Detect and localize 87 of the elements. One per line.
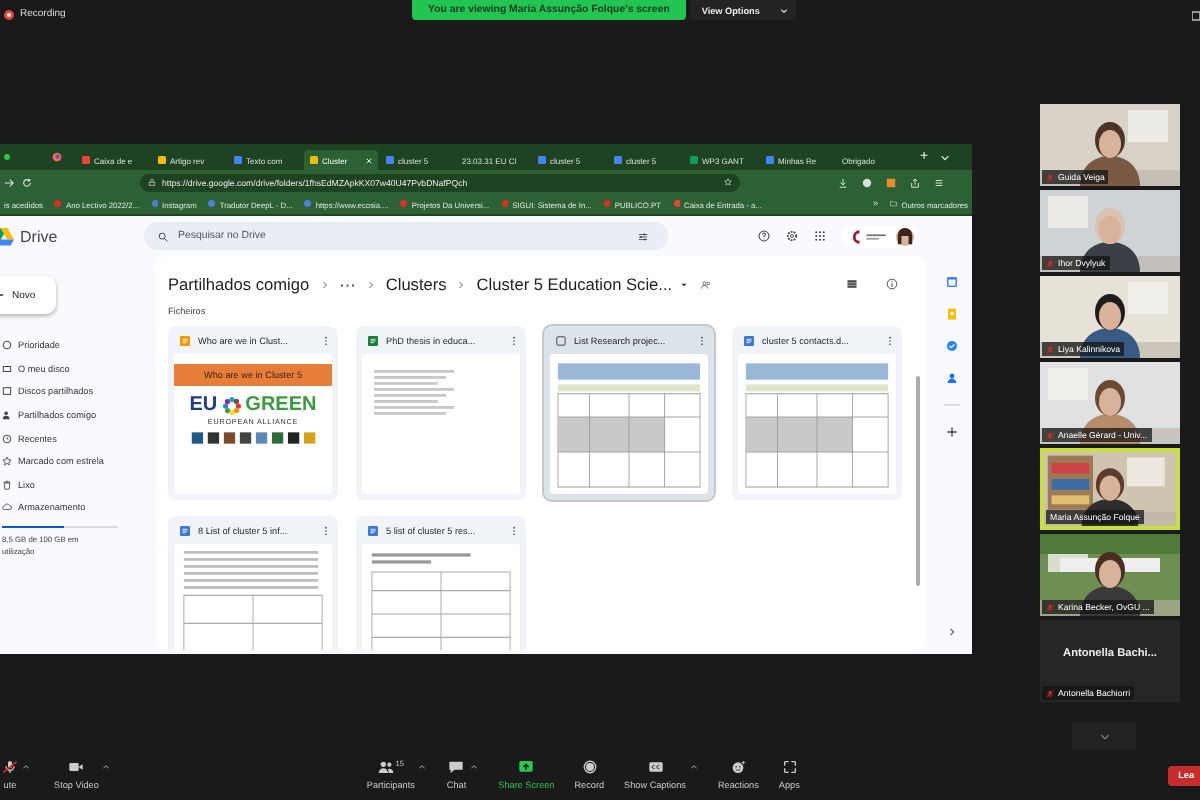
chevron-down-icon (1099, 733, 1109, 739)
partner-logos-drawing (187, 430, 319, 446)
breadcrumb-item[interactable]: Clusters (385, 274, 447, 294)
bookmark-favicon-icon (208, 200, 216, 208)
logo-text: EU (189, 394, 218, 416)
bookmark-favicon-icon (501, 200, 509, 208)
download-icon[interactable] (838, 177, 848, 187)
tab-list-icon[interactable] (940, 153, 951, 161)
apps-grid-icon[interactable] (814, 230, 826, 242)
help-icon[interactable] (758, 230, 770, 242)
tab-favicon-icon (386, 156, 394, 164)
document-icon (368, 525, 378, 535)
tasks-icon[interactable] (946, 340, 958, 352)
add-icon[interactable] (946, 426, 958, 438)
record-icon (581, 760, 598, 774)
tab-favicon-icon (82, 156, 90, 164)
clock-icon (2, 433, 12, 444)
menu-icon[interactable] (934, 177, 944, 187)
close-tab-icon[interactable] (366, 157, 372, 163)
breadcrumb-item[interactable]: Cluster 5 Education Scie... (476, 274, 673, 294)
chevron-right-icon (367, 279, 374, 289)
contacts-icon[interactable] (946, 372, 958, 384)
extension-icon[interactable] (862, 177, 872, 187)
university-logo-icon (850, 229, 890, 243)
avatar (896, 227, 914, 245)
account-switcher[interactable] (842, 225, 918, 247)
breadcrumb-item[interactable]: Partilhados comigo (168, 274, 310, 294)
document-icon (744, 335, 754, 345)
tab-favicon-icon (614, 156, 622, 164)
tab-favicon-icon (538, 156, 546, 164)
search-icon (158, 231, 168, 241)
logo-text: GREEN (245, 394, 317, 416)
drive-logo-text: Drive (20, 227, 58, 245)
tab-favicon-icon (766, 156, 774, 164)
caret-icon[interactable] (779, 7, 788, 13)
checkbox[interactable] (556, 335, 566, 345)
list-view-icon[interactable] (846, 278, 858, 290)
bookmark-favicon-icon (304, 200, 312, 208)
cloud-icon (2, 502, 12, 513)
collapse-icon[interactable] (946, 626, 958, 638)
chevron-right-icon (458, 279, 465, 289)
bookmark-favicon-icon (400, 200, 408, 208)
document-icon (180, 525, 190, 535)
spreadsheet-icon (368, 335, 378, 345)
trash-icon (2, 479, 12, 490)
layout-icon[interactable] (1192, 10, 1200, 22)
flower-logo-icon (221, 395, 242, 415)
breadcrumb-item[interactable]: ··· (339, 274, 356, 294)
share-page-icon[interactable] (910, 177, 920, 187)
tab-favicon-icon (158, 156, 166, 164)
person-icon (2, 410, 12, 421)
tab-favicon-icon (310, 156, 318, 164)
people-icon (377, 760, 394, 774)
bookmark-favicon-icon (151, 200, 159, 208)
recording-icon (4, 9, 14, 19)
people-icon[interactable] (700, 279, 713, 289)
shared-icon (2, 386, 12, 397)
slides-icon (180, 335, 190, 345)
chat-icon (448, 760, 465, 774)
lock-icon[interactable] (148, 178, 156, 186)
drive-logo-icon (0, 227, 14, 245)
folder-icon (890, 200, 898, 208)
forward-icon[interactable] (4, 177, 14, 187)
tab-favicon-icon (234, 156, 242, 164)
share-icon (518, 760, 535, 774)
cc-icon (647, 760, 663, 774)
bookmark-favicon-icon (673, 200, 681, 208)
star-icon (2, 456, 12, 467)
calendar-icon[interactable] (946, 276, 958, 288)
browser-logo-icon[interactable] (52, 152, 62, 162)
filter-icon[interactable] (638, 231, 648, 241)
smile-icon (730, 760, 747, 774)
mic-icon (2, 760, 18, 774)
document-thumbnail-drawing (374, 370, 454, 416)
bookmark-favicon-icon (603, 200, 611, 208)
bookmark-favicon-icon (54, 200, 62, 208)
settings-icon[interactable] (786, 230, 798, 242)
bookmark-star-icon[interactable] (724, 178, 732, 186)
chevron-right-icon (321, 279, 328, 289)
reload-icon[interactable] (22, 177, 32, 187)
info-icon[interactable] (886, 278, 898, 290)
extension-icon[interactable] (886, 177, 896, 187)
window-control-icon[interactable] (4, 154, 10, 160)
apps-icon (781, 760, 798, 774)
camera-icon (68, 760, 85, 774)
check-icon (2, 340, 12, 351)
tab-favicon-icon (690, 156, 698, 164)
